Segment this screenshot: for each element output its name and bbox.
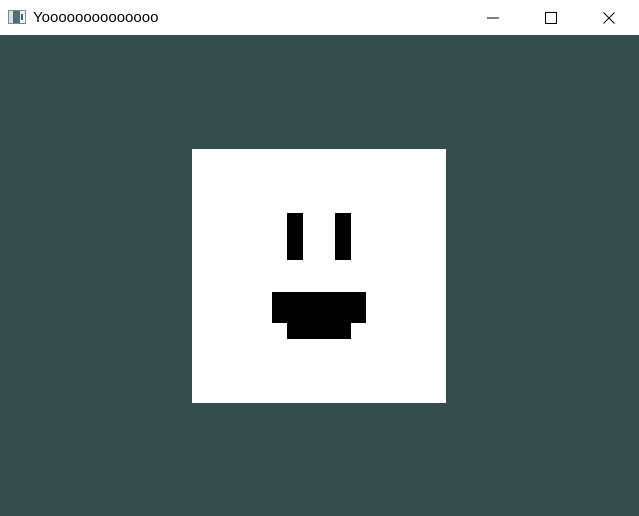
minimize-icon — [487, 17, 499, 18]
close-button[interactable] — [580, 0, 638, 35]
close-icon — [603, 11, 615, 24]
application-icon — [8, 10, 26, 24]
application-window: Yoooooooooooooo — [0, 0, 639, 516]
right-eye — [335, 213, 351, 260]
maximize-icon — [545, 11, 557, 24]
window-title: Yoooooooooooooo — [33, 9, 159, 26]
minimize-button[interactable] — [464, 0, 522, 35]
mouth-top — [272, 292, 366, 323]
maximize-button[interactable] — [522, 0, 580, 35]
title-bar[interactable]: Yoooooooooooooo — [0, 0, 639, 35]
render-canvas[interactable] — [0, 35, 639, 516]
left-eye — [287, 213, 303, 260]
smiley-square — [192, 149, 446, 403]
mouth-bottom — [287, 323, 351, 339]
